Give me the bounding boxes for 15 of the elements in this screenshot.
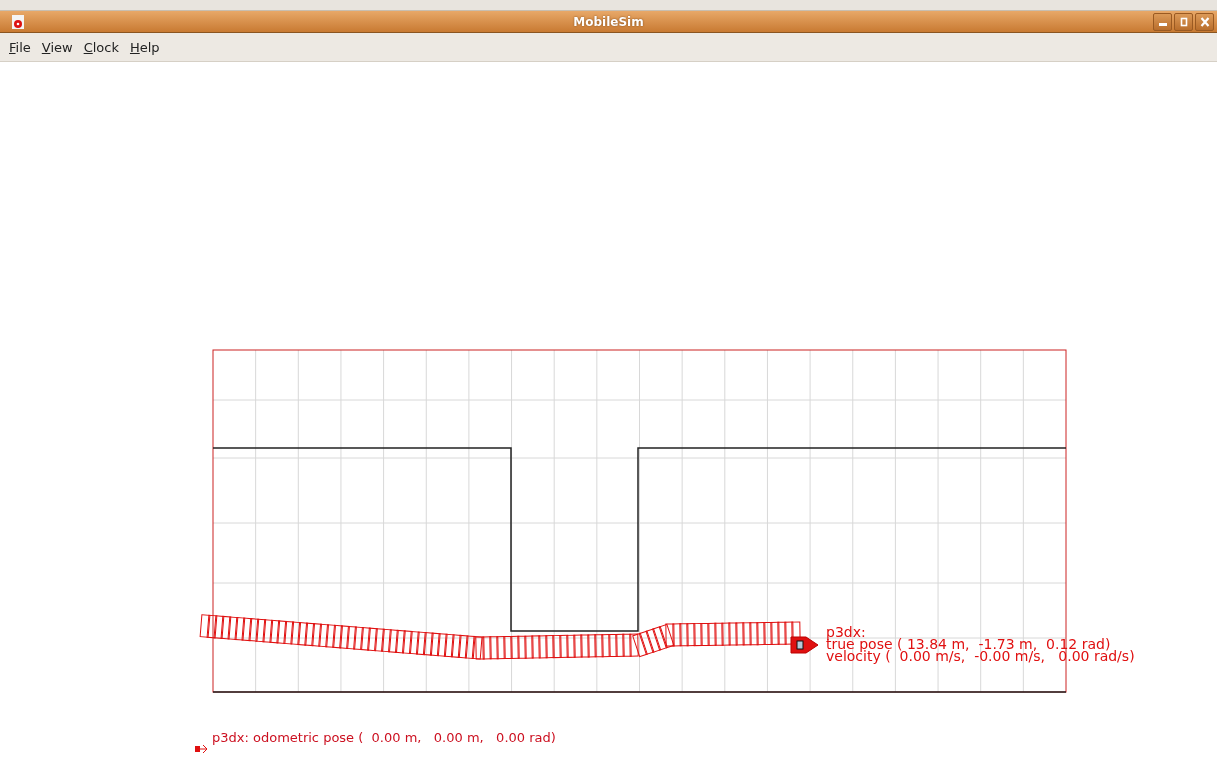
- minimize-button[interactable]: [1153, 12, 1172, 31]
- menu-item[interactable]: Help: [129, 39, 160, 55]
- window-title: MobileSim: [573, 14, 644, 29]
- minimize-icon: [1158, 23, 1167, 26]
- close-button[interactable]: [1195, 12, 1214, 31]
- menu-item[interactable]: File: [9, 39, 31, 55]
- app-icon: [12, 14, 24, 29]
- maximize-button[interactable]: [1174, 12, 1193, 31]
- robot-icon: [790, 636, 819, 654]
- odometric-pose-label: p3dx: odometric pose ( 0.00 m, 0.00 m, 0.00 rad): [212, 730, 556, 745]
- menu-item[interactable]: View: [41, 39, 73, 55]
- maximize-icon: [1178, 16, 1189, 27]
- odometry-icon: [195, 744, 208, 754]
- close-icon: [1199, 16, 1210, 27]
- menu-item[interactable]: Clock: [83, 39, 119, 55]
